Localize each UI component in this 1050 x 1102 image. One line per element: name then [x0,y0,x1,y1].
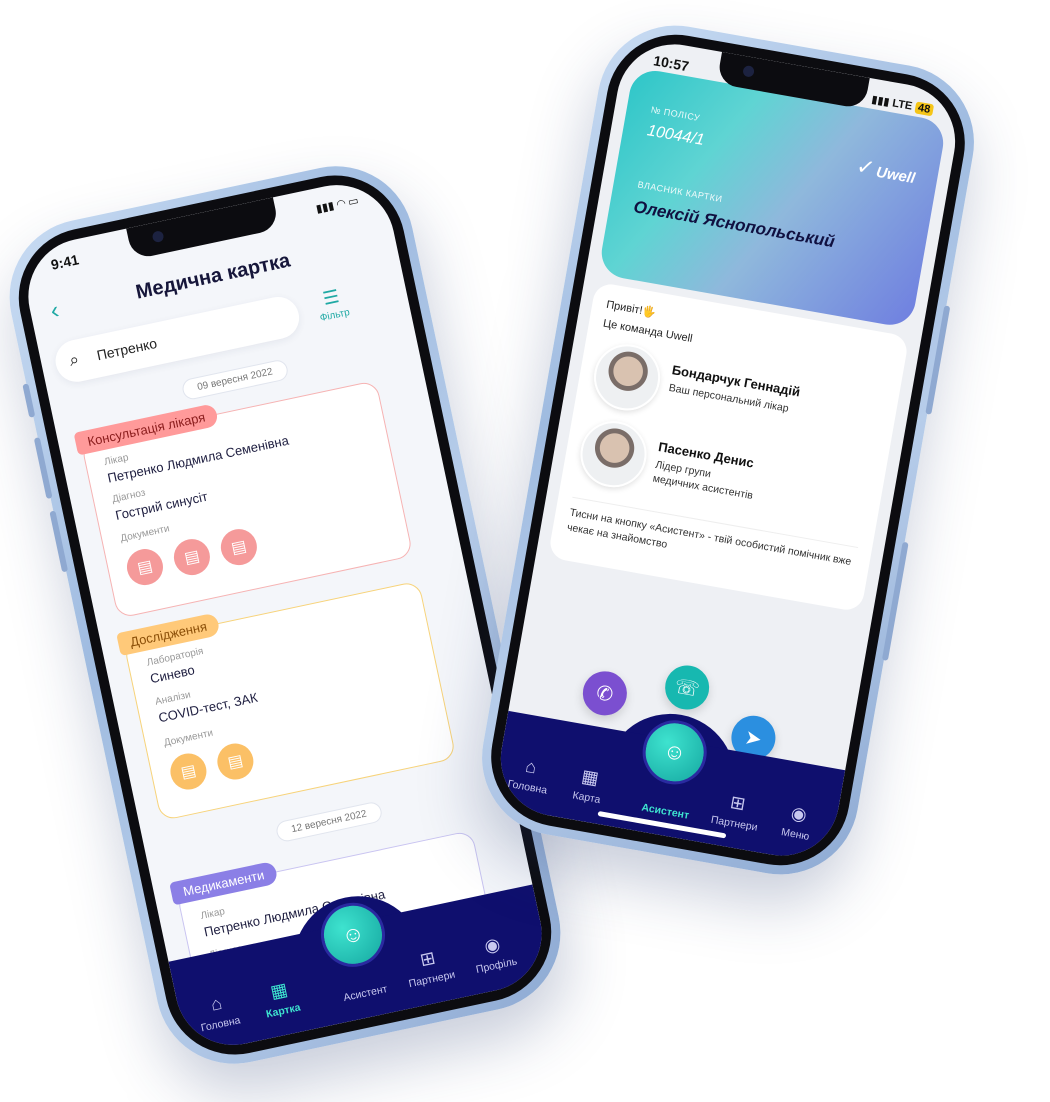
date-chip: 09 вересня 2022 [180,358,290,402]
consultation-card[interactable]: Консультація лікаря Лікар Петренко Людми… [73,379,414,619]
documents-label: Документи [162,727,215,749]
uwell-logo: ✓Uwell [854,153,917,189]
search-query[interactable]: Петренко [95,335,158,363]
policy-number: 10044/1 [645,122,706,150]
mute-switch [22,383,36,418]
policy-label: № ПОЛІСУ [650,104,701,124]
signal-wifi-battery-icon: ▮▮▮ ◠ ▭ [315,194,360,216]
document-icon[interactable]: ▤ [167,750,210,793]
owner-name: Олексій Яснопольський [632,197,837,252]
brand-name: Uwell [874,163,917,188]
phone-icon[interactable]: ☏ [661,662,713,713]
document-icon[interactable]: ▤ [123,545,167,589]
battery-level: 48 [914,101,935,117]
phone-medical-card: 9:41 ▮▮▮ ◠ ▭ ‹ Медична картка ⌕ Петренко… [0,151,575,1079]
assistant-icon: ☺ [339,919,367,949]
documents-label: Документи [119,523,171,545]
document-icon[interactable]: ▤ [170,535,214,579]
documents-list: ▤ ▤ [167,740,257,793]
team-member[interactable]: Пасенко Денис Лідер групи медичних асист… [575,415,755,502]
status-time: 10:57 [652,52,691,75]
assistant-icon: ☺ [661,737,689,767]
phone-screen: 10:57 ▮▮▮ LTE 48 № ПОЛІСУ 10044/1 ✓Uwell… [491,35,965,865]
check-icon: ✓ [854,153,878,182]
assistant-hint: Тисни на кнопку «Асистент» - твій особис… [565,496,859,586]
search-icon: ⌕ [67,349,81,371]
filter-sliders-icon: ☰ [321,286,341,309]
greeting: Привіт!🖐 [605,298,657,320]
document-icon[interactable]: ▤ [217,525,261,569]
research-card[interactable]: Дослідження Лабораторія Синево Аналізи C… [116,580,457,822]
team-member[interactable]: Бондарчук Геннадій Ваш персональний ліка… [588,339,801,416]
team-card: Привіт!🖐 Це команда Uwell Бондарчук Генн… [547,281,910,613]
phone-screen: 9:41 ▮▮▮ ◠ ▭ ‹ Медична картка ⌕ Петренко… [17,174,553,1056]
avatar [575,415,652,493]
filter-label: Фільтр [318,307,351,325]
status-time: 9:41 [49,251,81,273]
phone-insurance-home: 10:57 ▮▮▮ LTE 48 № ПОЛІСУ 10044/1 ✓Uwell… [469,13,987,887]
date-chip: 12 вересня 2022 [274,800,384,844]
avatar [588,339,666,416]
medicine-tag: Медикаменти [169,860,279,906]
filter-button[interactable]: ☰ Фільтр [304,283,360,327]
consultation-tag: Консультація лікаря [73,403,220,456]
document-icon[interactable]: ▤ [214,740,257,783]
network-type: LTE [891,97,914,113]
research-tag: Дослідження [116,612,221,657]
